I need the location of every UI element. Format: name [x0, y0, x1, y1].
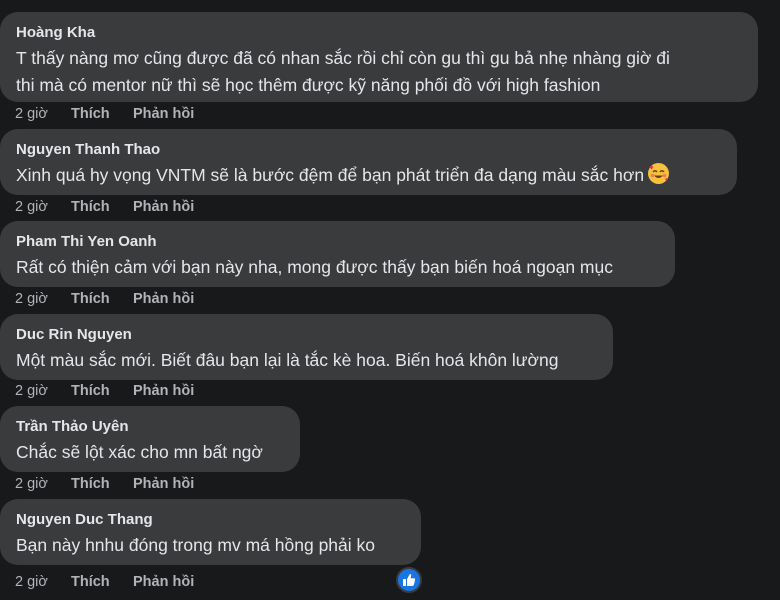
comment-timestamp[interactable]: 2 giờ	[15, 476, 71, 492]
comment-bubble: Trần Thảo Uyên Chắc sẽ lột xác cho mn bấ…	[0, 406, 300, 472]
comment-timestamp[interactable]: 2 giờ	[15, 291, 71, 307]
comment-actions: 2 giờ Thích Phản hồi	[15, 572, 194, 592]
comment-bubble: Pham Thi Yen Oanh Rất có thiện cảm với b…	[0, 221, 675, 287]
like-button[interactable]: Thích	[71, 199, 133, 215]
like-reaction-badge[interactable]	[396, 567, 422, 593]
like-button[interactable]: Thích	[71, 291, 133, 307]
comment-actions: 2 giờ Thích Phản hồi	[15, 289, 194, 309]
comment-bubble: Nguyen Duc Thang Bạn này hnhu đóng trong…	[0, 499, 421, 565]
comment-actions: 2 giờ Thích Phản hồi	[15, 474, 194, 494]
like-button[interactable]: Thích	[71, 476, 133, 492]
comment-actions: 2 giờ Thích Phản hồi	[15, 381, 194, 401]
reply-button[interactable]: Phản hồi	[133, 199, 194, 215]
like-button[interactable]: Thích	[71, 106, 133, 122]
comment-text: Xinh quá hy vọng VNTM sẽ là bước đệm để …	[16, 161, 721, 190]
smiling-face-with-hearts-icon	[648, 163, 670, 184]
comment-timestamp[interactable]: 2 giờ	[15, 574, 71, 590]
comment-author[interactable]: Hoàng Kha	[16, 23, 742, 42]
comment-text-line: thi mà có mentor nữ thì sẽ học thêm được…	[16, 75, 601, 95]
comment-text-line: T thấy nàng mơ cũng được đã có nhan sắc …	[16, 48, 670, 68]
comment-text: Rất có thiện cảm với bạn này nha, mong đ…	[16, 253, 659, 282]
comment-timestamp[interactable]: 2 giờ	[15, 106, 71, 122]
comment-text: Chắc sẽ lột xác cho mn bất ngờ	[16, 438, 284, 467]
comment-thread: Hoàng Kha T thấy nàng mơ cũng được đã có…	[0, 0, 780, 600]
reply-button[interactable]: Phản hồi	[133, 574, 194, 590]
comment-text-line: Chắc sẽ lột xác cho mn bất ngờ	[16, 442, 263, 462]
comment-author[interactable]: Nguyen Thanh Thao	[16, 140, 721, 159]
like-button[interactable]: Thích	[71, 383, 133, 399]
comment-timestamp[interactable]: 2 giờ	[15, 383, 71, 399]
comment-bubble: Hoàng Kha T thấy nàng mơ cũng được đã có…	[0, 12, 758, 102]
comment-author[interactable]: Trần Thảo Uyên	[16, 417, 284, 436]
comment-bubble: Nguyen Thanh Thao Xinh quá hy vọng VNTM …	[0, 129, 737, 195]
comment-timestamp[interactable]: 2 giờ	[15, 199, 71, 215]
comment-author[interactable]: Duc Rin Nguyen	[16, 325, 597, 344]
reply-button[interactable]: Phản hồi	[133, 476, 194, 492]
comment-text-line: Rất có thiện cảm với bạn này nha, mong đ…	[16, 257, 613, 277]
comment-text: Bạn này hnhu đóng trong mv má hồng phải …	[16, 531, 405, 560]
comment-bubble: Duc Rin Nguyen Một màu sắc mới. Biết đâu…	[0, 314, 613, 380]
comment-text-line: Bạn này hnhu đóng trong mv má hồng phải …	[16, 535, 375, 555]
comment-author[interactable]: Nguyen Duc Thang	[16, 510, 405, 529]
comment-text: Một màu sắc mới. Biết đâu bạn lại là tắc…	[16, 346, 597, 375]
reply-button[interactable]: Phản hồi	[133, 383, 194, 399]
comment-text-line: Xinh quá hy vọng VNTM sẽ là bước đệm để …	[16, 165, 645, 185]
comment-text-line: Một màu sắc mới. Biết đâu bạn lại là tắc…	[16, 350, 559, 370]
reply-button[interactable]: Phản hồi	[133, 291, 194, 307]
comment-text: T thấy nàng mơ cũng được đã có nhan sắc …	[16, 44, 742, 100]
like-icon	[403, 574, 416, 586]
reply-button[interactable]: Phản hồi	[133, 106, 194, 122]
comment-actions: 2 giờ Thích Phản hồi	[15, 104, 194, 124]
like-button[interactable]: Thích	[71, 574, 133, 590]
comment-actions: 2 giờ Thích Phản hồi	[15, 197, 194, 217]
comment-author[interactable]: Pham Thi Yen Oanh	[16, 232, 659, 251]
